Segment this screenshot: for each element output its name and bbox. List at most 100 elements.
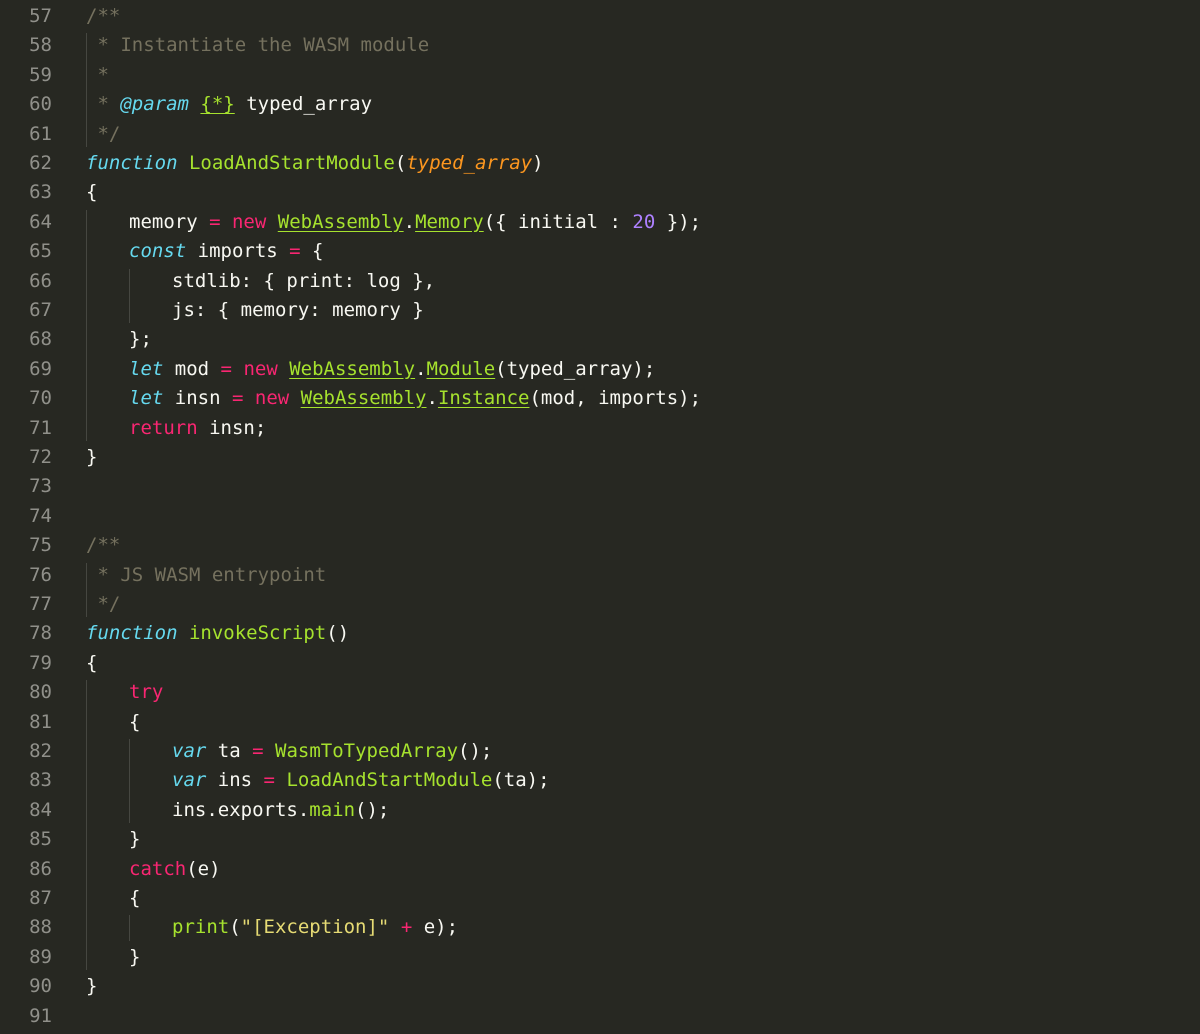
line-number: 89 — [29, 945, 52, 968]
line-number: 90 — [29, 975, 52, 998]
code-line[interactable]: 84 ins.exports.main(); — [0, 796, 1200, 825]
code-token: */ — [86, 122, 121, 145]
code-token: * Instantiate the WASM module — [86, 34, 430, 57]
code-line[interactable]: 61 */ — [0, 120, 1200, 149]
code-line[interactable]: 72} — [0, 443, 1200, 472]
code-token: * — [86, 63, 109, 86]
code-line[interactable]: 57 /** — [0, 2, 1200, 31]
code-line[interactable]: 75 /** — [0, 531, 1200, 560]
code-token: * — [86, 93, 121, 116]
code-token: (e) — [186, 857, 221, 880]
code-token: function — [86, 152, 178, 174]
code-token: {*} — [200, 93, 235, 116]
line-number: 65 — [29, 240, 52, 263]
code-token: typed_array — [406, 152, 533, 174]
code-line[interactable]: 80 try — [0, 678, 1200, 707]
line-number: 71 — [29, 416, 52, 439]
code-token: new — [231, 210, 267, 233]
code-line[interactable]: 83 var ins = LoadAndStartModule(ta); — [0, 766, 1200, 795]
line-number: 70 — [29, 387, 52, 410]
code-line[interactable]: 58 * Instantiate the WASM module — [0, 31, 1200, 60]
code-text: { — [129, 708, 140, 737]
code-text: }; — [129, 325, 152, 354]
code-text: } — [86, 972, 97, 1001]
indent-guide — [129, 739, 130, 824]
line-number: 84 — [29, 798, 52, 821]
code-text: stdlib: { print: log }, — [172, 267, 435, 296]
code-line[interactable]: 87 { — [0, 884, 1200, 913]
code-line[interactable]: 86 catch(e) — [0, 855, 1200, 884]
code-line[interactable]: 82 var ta = WasmToTypedArray(); — [0, 737, 1200, 766]
code-line[interactable]: 76 * JS WASM entrypoint — [0, 561, 1200, 590]
code-text: /** — [86, 531, 120, 560]
code-line[interactable]: 63 { — [0, 178, 1200, 207]
indent-guide — [129, 915, 130, 941]
code-line[interactable]: 77 */ — [0, 590, 1200, 619]
code-line[interactable]: 85} — [0, 825, 1200, 854]
code-text: memory = new WebAssembly.Memory({ initia… — [129, 208, 701, 237]
code-token: var — [172, 740, 207, 762]
code-line[interactable]: 70 let insn = new WebAssembly.Instance(mo… — [0, 384, 1200, 413]
code-token: WebAssembly — [300, 387, 427, 410]
code-token: function — [86, 622, 178, 645]
indent-guide — [86, 33, 87, 147]
code-token: insn — [163, 387, 232, 410]
line-number: 83 — [29, 769, 52, 792]
line-number: 58 — [29, 34, 52, 57]
code-text: return insn; — [129, 414, 266, 443]
code-token: invokeScript — [188, 622, 327, 645]
code-line[interactable]: 78 function invokeScript() — [0, 619, 1200, 648]
line-number: 60 — [29, 93, 52, 116]
code-text: const imports = { — [129, 237, 324, 266]
line-number: 75 — [29, 534, 52, 557]
code-line[interactable]: 71 return insn; — [0, 414, 1200, 443]
line-number: 69 — [29, 357, 52, 380]
code-text: */ — [86, 120, 120, 149]
code-line[interactable]: 79 { — [0, 649, 1200, 678]
code-line[interactable]: 59 * — [0, 61, 1200, 90]
code-line[interactable]: 91 — [0, 1002, 1200, 1031]
line-number: 73 — [29, 475, 52, 498]
code-token: WebAssembly — [289, 357, 416, 380]
code-line[interactable]: 69 let mod = new WebAssembly.Module(typed… — [0, 355, 1200, 384]
code-line[interactable]: 66 stdlib: { print: log }, — [0, 267, 1200, 296]
code-text: let insn = new WebAssembly.Instance(mod,… — [129, 384, 701, 413]
code-line[interactable]: 89} — [0, 943, 1200, 972]
code-line[interactable]: 90} — [0, 972, 1200, 1001]
code-text: /** — [86, 2, 120, 31]
code-token: ({ initial : — [483, 210, 633, 233]
code-token: @param — [120, 93, 189, 116]
code-text: { — [129, 884, 140, 913]
code-token: . — [415, 357, 427, 380]
code-line[interactable]: 74 — [0, 502, 1200, 531]
code-editor[interactable]: 57/** 58 * Instantiate the WASM module 59 … — [0, 0, 1200, 1034]
code-token: (ta); — [492, 769, 550, 792]
code-token: } — [86, 446, 98, 468]
code-token: { — [300, 240, 324, 263]
code-line[interactable]: 64 memory = new WebAssembly.Memory({ init… — [0, 208, 1200, 237]
line-number: 81 — [29, 710, 52, 733]
code-token: stdlib: { print: log }, — [172, 269, 436, 292]
code-token: mod — [163, 357, 221, 380]
code-line[interactable]: 88 print("[Exception]" + e); — [0, 913, 1200, 942]
code-token: LoadAndStartModule — [286, 769, 493, 792]
code-line[interactable]: 81 { — [0, 708, 1200, 737]
code-line[interactable]: 60 * @param {*} typed_array — [0, 90, 1200, 119]
code-line[interactable]: 67 js: { memory: memory } — [0, 296, 1200, 325]
code-token: 20 — [632, 210, 656, 233]
line-number: 86 — [29, 857, 52, 880]
code-line[interactable]: 73 — [0, 472, 1200, 501]
code-token: }); — [655, 210, 702, 233]
code-line[interactable]: 62 function LoadAndStartModule(typed_arra… — [0, 149, 1200, 178]
code-text: { — [86, 649, 97, 678]
code-line[interactable]: 65 const imports = { — [0, 237, 1200, 266]
code-token: (mod, imports); — [529, 387, 702, 410]
code-line[interactable]: 68}; — [0, 325, 1200, 354]
line-number: 87 — [29, 887, 52, 909]
